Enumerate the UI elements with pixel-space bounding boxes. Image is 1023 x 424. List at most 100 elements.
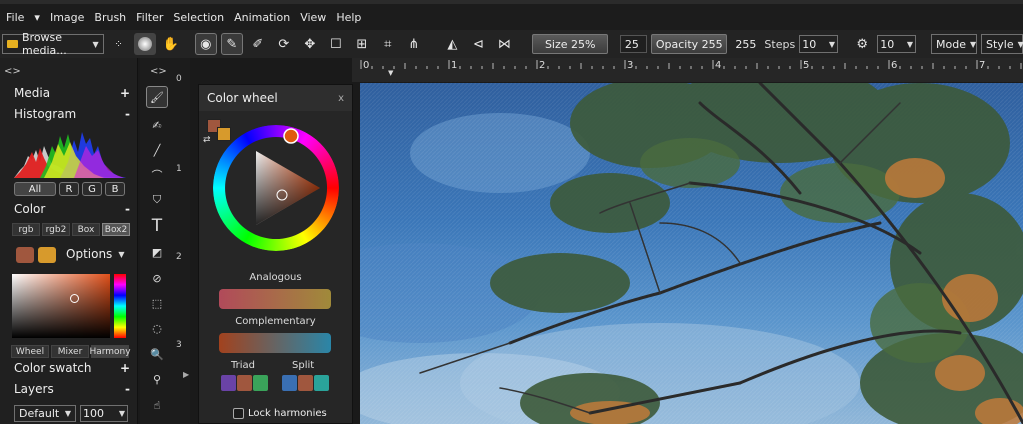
color-section-header[interactable]: Color - <box>14 202 130 216</box>
smudge-tool-icon[interactable]: ✍ <box>146 114 168 136</box>
triad-swatch[interactable] <box>237 375 252 391</box>
menu-animation[interactable]: Animation <box>232 11 298 24</box>
rotate-icon[interactable]: ⟳ <box>273 33 295 55</box>
menu-selection[interactable]: Selection <box>171 11 232 24</box>
histogram-section-header[interactable]: Histogram - <box>14 107 130 121</box>
media-section-header[interactable]: Media + <box>14 86 130 100</box>
menu-file[interactable]: File <box>4 11 32 24</box>
lock-harmonies-label: Lock harmonies <box>248 408 327 419</box>
hue-bar[interactable] <box>114 274 126 338</box>
chevron-down-icon: ▼ <box>118 409 125 418</box>
mode-dropdown[interactable]: Mode ▼ <box>930 34 977 54</box>
secondary-color-swatch[interactable] <box>38 247 56 263</box>
grid-icon[interactable]: ⌗ <box>377 33 399 55</box>
flip-horizontal-icon[interactable]: ◭ <box>441 33 463 55</box>
tab-wheel[interactable]: Wheel <box>11 345 49 358</box>
size-slider[interactable]: Size 25% <box>532 34 609 54</box>
color-wheel-panel: Color wheel x ⇄ Analogous Complementary … <box>198 84 353 424</box>
add-icon[interactable]: ⊞ <box>351 33 373 55</box>
lock-harmonies-checkbox[interactable] <box>233 408 244 419</box>
layer-opacity-value: 100 <box>83 407 104 420</box>
mirror-icon[interactable]: ⋈ <box>493 33 515 55</box>
line-tool-icon[interactable]: ╱ <box>146 139 168 161</box>
toolcol-collapse-toggle[interactable]: <> <box>150 66 167 77</box>
edit-box-icon[interactable]: ☐ <box>325 33 347 55</box>
steps-dropdown[interactable]: 10 ▼ <box>799 35 839 53</box>
media-title: Media <box>14 86 51 100</box>
triad-swatch[interactable] <box>221 375 236 391</box>
triad-swatch[interactable] <box>253 375 268 391</box>
menu-image[interactable]: Image <box>48 11 92 24</box>
gradient-tool-icon[interactable]: ◩ <box>146 241 168 263</box>
hist-b-button[interactable]: B <box>105 182 125 196</box>
color-swatch-section-header[interactable]: Color swatch + <box>14 361 130 375</box>
second-dropdown[interactable]: 10 ▼ <box>877 35 917 53</box>
close-icon[interactable]: x <box>338 93 344 104</box>
layers-title: Layers <box>14 382 54 396</box>
pen-icon[interactable]: ✎ <box>220 33 243 55</box>
primary-color-swatch[interactable] <box>16 247 34 263</box>
hist-g-button[interactable]: G <box>82 182 102 196</box>
hist-r-button[interactable]: R <box>59 182 79 196</box>
jitter-icon[interactable]: ⚙ <box>851 33 873 55</box>
tab-mixer[interactable]: Mixer <box>51 345 89 358</box>
chevron-down-icon: ▼ <box>64 409 71 418</box>
move-icon[interactable]: ✥ <box>299 33 321 55</box>
soft-brush-icon[interactable] <box>133 33 156 55</box>
expand-icon[interactable]: + <box>120 86 130 100</box>
expand-icon[interactable]: + <box>120 361 130 375</box>
zoom-tool-icon[interactable]: 🔍 <box>146 343 168 365</box>
menu-brush[interactable]: Brush <box>92 11 134 24</box>
symmetry-icon[interactable]: ⋔ <box>403 33 425 55</box>
menu-view[interactable]: View <box>298 11 334 24</box>
collapse-toggle[interactable]: <> <box>4 66 21 77</box>
brush-shape-icon[interactable]: ◉ <box>194 33 217 55</box>
perspective-icon[interactable]: ⊲ <box>467 33 489 55</box>
pan-tool-icon[interactable]: ☝ <box>146 394 168 416</box>
style-dropdown[interactable]: Style ▼ <box>980 34 1023 54</box>
saturation-value-box[interactable] <box>12 274 110 338</box>
brush-tool-icon[interactable]: 🖌 <box>146 86 168 108</box>
rect-select-tool-icon[interactable]: ⬚ <box>146 292 168 314</box>
size-value[interactable]: 25 <box>619 35 648 53</box>
ellipse-select-tool-icon[interactable]: ◌ <box>146 317 168 339</box>
panel-header: Color wheel x <box>199 85 352 111</box>
tab-box[interactable]: Box <box>72 223 100 236</box>
painting-canvas[interactable] <box>360 83 1023 424</box>
layer-opacity-dropdown[interactable]: 100 ▼ <box>80 405 128 422</box>
options-dropdown[interactable]: Options ▼ <box>66 247 124 261</box>
split-swatch[interactable] <box>298 375 313 391</box>
lock-harmonies-row: Lock harmonies <box>233 408 327 419</box>
menu-help[interactable]: Help <box>334 11 369 24</box>
browse-media-dropdown[interactable]: Browse media... ▼ <box>2 31 104 57</box>
tab-rgb2[interactable]: rgb2 <box>42 223 70 236</box>
scatter-brush-icon[interactable]: ⁘ <box>108 33 130 55</box>
curve-tool-icon[interactable]: ⌒ <box>146 164 168 186</box>
fill-tool-icon[interactable]: ⛉ <box>146 189 168 211</box>
eyedropper-tool-icon[interactable]: ⊘ <box>146 267 168 289</box>
hist-all-button[interactable]: All <box>14 182 56 196</box>
opacity-slider[interactable]: Opacity 255 <box>651 34 728 54</box>
split-swatch[interactable] <box>314 375 329 391</box>
stamp-icon[interactable]: ✋ <box>160 33 182 55</box>
collapse-icon[interactable]: - <box>125 202 130 216</box>
collapse-icon[interactable]: - <box>125 382 130 396</box>
complementary-gradient[interactable] <box>219 333 331 353</box>
marker-icon[interactable]: ✐ <box>247 33 269 55</box>
opacity-value[interactable]: 255 <box>731 35 760 53</box>
tab-harmony[interactable]: Harmony <box>89 345 131 358</box>
tab-box2[interactable]: Box2 <box>102 223 130 236</box>
pin-tool-icon[interactable]: ⚲ <box>146 368 168 390</box>
tab-rgb[interactable]: rgb <box>12 223 40 236</box>
text-tool-icon[interactable]: T <box>146 215 168 237</box>
collapse-icon[interactable]: - <box>125 107 130 121</box>
analogous-gradient[interactable] <box>219 289 331 309</box>
swap-colors-icon[interactable]: ⇄ <box>203 135 211 145</box>
vruler-label: 0 <box>176 74 182 84</box>
menu-filter[interactable]: Filter <box>134 11 171 24</box>
menu-dropdown-icon[interactable]: ▾ <box>32 11 48 24</box>
color-wheel[interactable] <box>213 125 339 251</box>
blend-mode-dropdown[interactable]: Default ▼ <box>14 405 76 422</box>
layers-section-header[interactable]: Layers - <box>14 382 130 396</box>
split-swatch[interactable] <box>282 375 297 391</box>
